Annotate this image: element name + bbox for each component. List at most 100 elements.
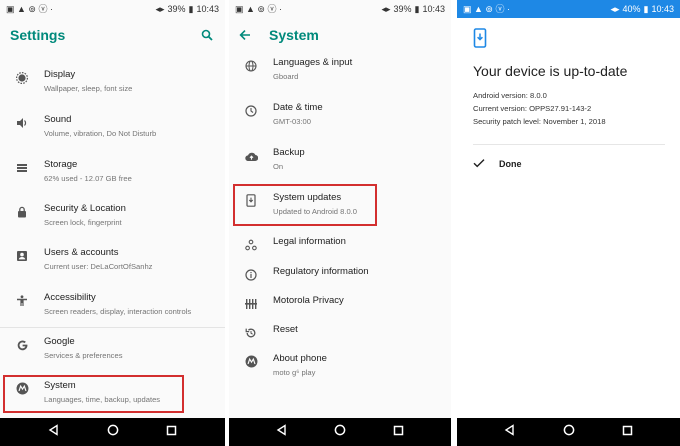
notification-icons: ▣ ▲ ⊚ ⓥ · [6, 3, 53, 14]
clock-time: 10:43 [196, 4, 219, 14]
legal-icon [245, 238, 257, 256]
item-subtitle: Gboard [273, 72, 299, 81]
item-title: Reset [273, 324, 298, 335]
navigation-bar [0, 418, 225, 446]
clock-time: 10:43 [422, 4, 445, 14]
system-item-legal[interactable]: Legal information [229, 236, 451, 264]
item-subtitle: Current user: DeLaCortOfSanhz [44, 262, 153, 271]
system-item-languages[interactable]: Languages & input Gboard [229, 57, 451, 101]
status-right: ◂▸ 40% ▮ 10:43 [610, 4, 674, 14]
notification-icons: ▣ ▲ ⊚ ⓥ · [463, 3, 510, 14]
current-version-text: Current version: OPPS27.91-143-2 [473, 104, 592, 113]
system-item-about-phone[interactable]: About phone moto g⁶ play [229, 353, 451, 397]
notification-icons-text: ▣ ▲ ⊚ ⓥ · [235, 3, 282, 14]
app-bar: Settings [0, 18, 225, 52]
battery-icon: ▮ [643, 3, 649, 14]
status-right: ◂▸ 39% ▮ 10:43 [155, 4, 219, 14]
item-subtitle: GMT-03:00 [273, 117, 311, 126]
recents-icon[interactable] [393, 423, 404, 441]
status-right: ◂▸ 39% ▮ 10:43 [381, 4, 445, 14]
settings-item-storage[interactable]: Storage 62% used - 12.07 GB free [0, 159, 225, 203]
info-icon [245, 268, 257, 286]
done-button[interactable]: Done [473, 144, 665, 173]
item-title: Users & accounts [44, 247, 119, 258]
settings-item-users[interactable]: Users & accounts Current user: DeLaCortOf… [0, 247, 225, 291]
navigation-bar [229, 418, 451, 446]
item-title: Google [44, 336, 75, 347]
settings-item-google[interactable]: Google Services & preferences [0, 336, 225, 380]
highlight-box-system-updates [233, 184, 377, 226]
clock-icon [245, 104, 257, 122]
recents-icon[interactable] [166, 423, 177, 441]
clock-time: 10:43 [651, 4, 674, 14]
home-icon[interactable] [563, 423, 575, 441]
recents-icon[interactable] [622, 423, 633, 441]
volume-icon [16, 116, 28, 134]
settings-screen: ▣ ▲ ⊚ ⓥ · ◂▸ 39% ▮ 10:43 Settings Displa… [0, 0, 225, 446]
app-bar: System [229, 18, 451, 52]
privacy-icon [245, 297, 257, 315]
item-subtitle: Volume, vibration, Do Not Disturb [44, 129, 157, 138]
cloud-upload-icon [244, 149, 258, 167]
system-item-reset[interactable]: Reset [229, 324, 451, 352]
notification-icons-text: ▣ ▲ ⊚ ⓥ · [463, 3, 510, 14]
check-icon [473, 155, 485, 173]
item-subtitle: Services & preferences [44, 351, 123, 360]
status-title: Your device is up-to-date [473, 63, 628, 79]
search-icon[interactable] [199, 27, 215, 43]
settings-item-display[interactable]: Display Wallpaper, sleep, font size [0, 69, 225, 113]
page-title: System [269, 27, 319, 43]
back-icon[interactable] [48, 423, 60, 441]
phone-update-icon [473, 28, 664, 53]
item-title: Security & Location [44, 203, 126, 214]
system-item-motorola-privacy[interactable]: Motorola Privacy [229, 295, 451, 323]
globe-icon [245, 59, 257, 77]
home-icon[interactable] [334, 423, 346, 441]
item-subtitle: 62% used - 12.07 GB free [44, 174, 132, 183]
item-title: Languages & input [273, 57, 353, 68]
item-subtitle: Screen lock, fingerprint [44, 218, 122, 227]
item-subtitle: Wallpaper, sleep, font size [44, 84, 133, 93]
storage-icon [16, 161, 28, 179]
arrow-back-icon[interactable] [239, 27, 257, 43]
notification-icons-text: ▣ ▲ ⊚ ⓥ · [6, 3, 53, 14]
item-subtitle: Screen readers, display, interaction con… [44, 307, 192, 316]
home-icon[interactable] [107, 423, 119, 441]
brightness-icon [15, 71, 29, 89]
navigation-bar [457, 418, 680, 446]
battery-percent: 40% [622, 4, 641, 14]
update-content: Your device is up-to-date Android versio… [457, 28, 680, 173]
system-item-regulatory[interactable]: Regulatory information [229, 266, 451, 294]
lock-icon [16, 205, 28, 223]
item-subtitle: On [273, 162, 284, 171]
signal-icon: ◂▸ [610, 3, 620, 14]
item-title: Storage [44, 159, 78, 170]
item-title: Backup [273, 147, 305, 158]
item-title: Legal information [273, 236, 346, 247]
settings-item-security[interactable]: Security & Location Screen lock, fingerpr… [0, 203, 225, 247]
back-icon[interactable] [276, 423, 288, 441]
status-bar: ▣ ▲ ⊚ ⓥ · ◂▸ 40% ▮ 10:43 [457, 0, 680, 18]
settings-item-sound[interactable]: Sound Volume, vibration, Do Not Disturb [0, 114, 225, 158]
android-version-text: Android version: 8.0.0 [473, 91, 547, 100]
highlight-box-system [3, 375, 184, 413]
item-title: Motorola Privacy [273, 295, 344, 306]
system-screen: ▣ ▲ ⊚ ⓥ · ◂▸ 39% ▮ 10:43 System Language… [229, 0, 451, 446]
item-title: Display [44, 69, 76, 80]
notification-icons: ▣ ▲ ⊚ ⓥ · [235, 3, 282, 14]
item-title: Date & time [273, 102, 323, 113]
update-screen: ▣ ▲ ⊚ ⓥ · ◂▸ 40% ▮ 10:43 Your device is … [457, 0, 680, 446]
settings-item-accessibility[interactable]: Accessibility Screen readers, display, in… [0, 292, 225, 336]
item-title: Accessibility [44, 292, 96, 303]
back-icon[interactable] [504, 423, 516, 441]
divider [0, 327, 225, 328]
page-title: Settings [10, 27, 66, 43]
done-label: Done [499, 159, 522, 169]
battery-icon: ▮ [414, 3, 420, 14]
status-bar: ▣ ▲ ⊚ ⓥ · ◂▸ 39% ▮ 10:43 [229, 0, 451, 18]
google-icon [16, 338, 29, 356]
motorola-icon [245, 355, 258, 373]
item-title: Regulatory information [273, 266, 369, 277]
accessibility-icon [16, 294, 28, 312]
system-item-date-time[interactable]: Date & time GMT-03:00 [229, 102, 451, 146]
